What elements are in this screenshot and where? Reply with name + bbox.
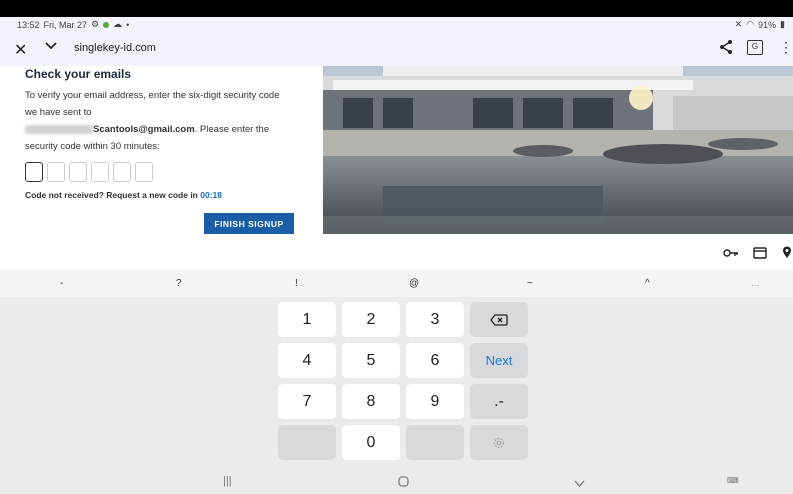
notification-icon (103, 21, 110, 28)
key-2[interactable]: 2 (342, 302, 400, 337)
share-icon[interactable] (718, 39, 734, 60)
gear-icon (493, 437, 505, 448)
url-text[interactable]: singlekey-id.com (74, 42, 156, 54)
symbol-key[interactable]: - (60, 278, 63, 289)
top-black-bar (0, 0, 793, 17)
chevron-down-icon[interactable] (574, 475, 585, 493)
building-photo (323, 66, 793, 234)
credit-card-icon[interactable] (753, 246, 767, 264)
symbol-row: - ? ! @ ~ ^ ... (0, 270, 793, 297)
backspace-icon (490, 313, 508, 326)
code-digit-input[interactable] (135, 162, 153, 182)
code-digit-input[interactable] (47, 162, 65, 182)
key-5[interactable]: 5 (342, 343, 400, 378)
symbol-key[interactable]: @ (409, 278, 419, 289)
instruction-line: To verify your email address, enter the … (25, 90, 280, 118)
blank-key (406, 425, 464, 460)
page-title: Check your emails (25, 67, 132, 81)
verification-form: Check your emails To verify your email a… (25, 66, 325, 234)
instruction-text: To verify your email address, enter the … (25, 87, 285, 155)
code-digit-input[interactable] (69, 162, 87, 182)
symbol-key[interactable]: ? (176, 278, 182, 289)
symbol-key[interactable]: ~ (527, 278, 533, 289)
blank-key (278, 425, 336, 460)
translate-icon[interactable]: G (747, 40, 763, 55)
status-bar: 13:52 Fri, Mar 27 ⚙ ☁ • ✕ ◠ 91% ▮ (0, 17, 793, 32)
key-icon[interactable] (723, 246, 739, 264)
code-digit-input[interactable] (113, 162, 131, 182)
status-date: Fri, Mar 27 (43, 19, 88, 30)
status-time: 13:52 (17, 19, 40, 30)
cloud-icon: ☁ (113, 19, 123, 29)
key-1[interactable]: 1 (278, 302, 336, 337)
key-7[interactable]: 7 (278, 384, 336, 419)
battery-icon: ▮ (780, 19, 785, 29)
dot-dash-key[interactable]: .- (470, 384, 528, 419)
browser-toolbar: ✕ singlekey-id.com G ⋮ (0, 32, 793, 66)
symbol-key[interactable]: ^ (645, 278, 650, 289)
code-input-group (25, 162, 325, 182)
next-key[interactable]: Next (470, 343, 528, 378)
keyboard-accessory-bar (0, 234, 793, 270)
mute-icon: ✕ (734, 19, 743, 29)
location-pin-icon[interactable] (782, 246, 792, 264)
symbol-key[interactable]: ! (295, 278, 298, 289)
wifi-icon: ◠ (746, 19, 755, 29)
settings-icon: ⚙ (91, 19, 100, 29)
close-icon[interactable]: ✕ (14, 40, 27, 60)
redacted-email (25, 124, 93, 134)
keyboard-settings-key[interactable] (470, 425, 528, 460)
recent-apps-icon[interactable]: ||| (223, 475, 232, 487)
key-0[interactable]: 0 (342, 425, 400, 460)
code-digit-input[interactable] (25, 162, 43, 182)
countdown-timer: 00:18 (200, 190, 222, 200)
resend-label: Code not received? Request a new code in (25, 190, 201, 200)
code-digit-input[interactable] (91, 162, 109, 182)
keyboard-switch-icon[interactable]: ⌨ (727, 476, 739, 485)
symbol-key-more[interactable]: ... (751, 278, 759, 289)
email-address: Scantools@gmail.com (93, 124, 195, 135)
finish-signup-button[interactable]: FINISH SIGNUP (204, 213, 294, 234)
more-icon[interactable]: ⋮ (779, 39, 793, 56)
home-icon[interactable] (398, 474, 409, 492)
navigation-bar: ||| ⌨ (0, 470, 793, 494)
key-8[interactable]: 8 (342, 384, 400, 419)
backspace-key[interactable] (470, 302, 528, 337)
battery-level: 91% (758, 19, 777, 30)
web-content: Check your emails To verify your email a… (0, 66, 793, 234)
numeric-keyboard: - ? ! @ ~ ^ ... 1 2 3 4 5 6 Next 7 8 9 .… (0, 270, 793, 494)
resend-text: Code not received? Request a new code in… (25, 190, 325, 200)
key-4[interactable]: 4 (278, 343, 336, 378)
more-notifications-icon: • (126, 19, 130, 30)
key-3[interactable]: 3 (406, 302, 464, 337)
chevron-down-icon[interactable] (44, 39, 58, 56)
key-6[interactable]: 6 (406, 343, 464, 378)
key-9[interactable]: 9 (406, 384, 464, 419)
